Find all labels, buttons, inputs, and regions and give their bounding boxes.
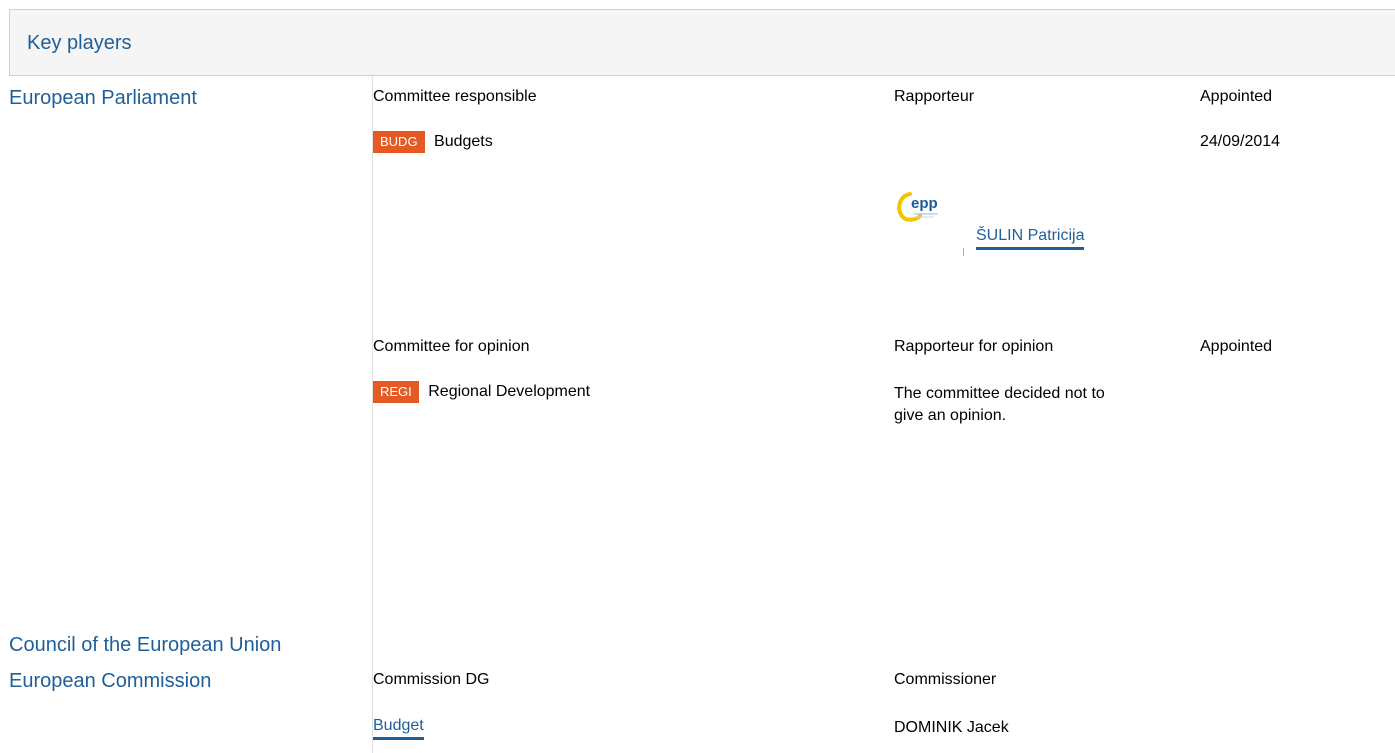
institution-european-parliament: European Parliament: [9, 87, 197, 109]
committee-responsible-row: BUDG Budgets: [373, 131, 493, 153]
committee-opinion-row: REGI Regional Development: [373, 381, 590, 403]
opinion-note: The committee decided not to give an opi…: [894, 385, 1105, 424]
section-title: Key players: [27, 32, 132, 54]
col-header-commissioner: Commissioner: [894, 671, 997, 688]
col-header-appointed: Appointed: [1200, 88, 1273, 105]
col-header-committee-for-opinion: Committee for opinion: [373, 338, 530, 355]
col-header-commission-dg: Commission DG: [373, 671, 490, 688]
committee-badge-regi: REGI: [373, 381, 419, 403]
epp-logo-graphic: epp: [897, 192, 964, 256]
committee-badge-budg: BUDG: [373, 131, 425, 153]
institution-council: Council of the European Union: [9, 634, 282, 656]
key-players-page: Key players European Parliament Committe…: [0, 0, 1395, 753]
col-header-rapporteur: Rapporteur: [894, 88, 975, 105]
commission-dg-link-budget[interactable]: Budget: [373, 717, 424, 740]
committee-name-budgets: Budgets: [434, 133, 493, 150]
commissioner-name: DOMINIK Jacek: [894, 719, 1009, 736]
rapporteur-link-sulin[interactable]: ŠULIN Patricija: [976, 227, 1085, 250]
appointed-date: 24/09/2014: [1200, 133, 1281, 150]
col-header-committee-responsible: Committee responsible: [373, 88, 537, 105]
epp-logo-icon: epp: [894, 186, 964, 256]
col-header-rapporteur-for-opinion: Rapporteur for opinion: [894, 338, 1054, 355]
institution-european-commission: European Commission: [9, 670, 212, 692]
col-header-appointed-opinion: Appointed: [1200, 338, 1273, 355]
column-divider: [372, 76, 373, 753]
svg-text:epp: epp: [911, 195, 938, 212]
section-header: Key players: [9, 9, 1395, 76]
committee-name-regional-development: Regional Development: [428, 383, 591, 400]
